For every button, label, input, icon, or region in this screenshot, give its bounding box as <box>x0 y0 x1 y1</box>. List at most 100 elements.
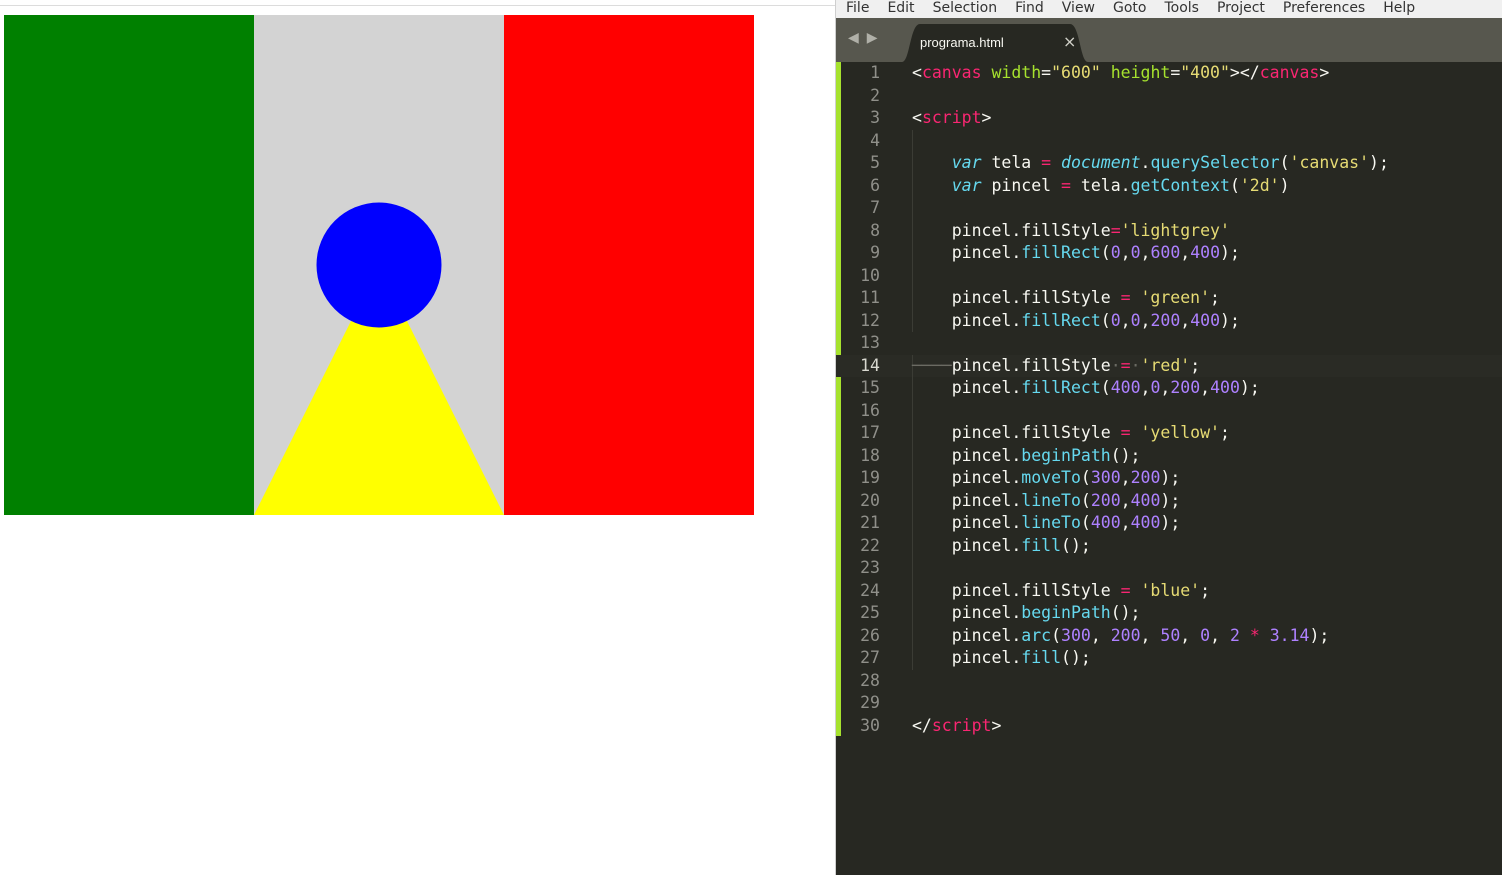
code-area[interactable]: 1 <canvas width="600" height="400"></canv… <box>836 62 1502 737</box>
line-number: 22 <box>860 535 880 555</box>
indent-guide <box>912 557 913 580</box>
code-text: pincel.fillStyle='lightgrey' <box>912 220 1230 240</box>
close-icon[interactable]: × <box>1063 32 1076 51</box>
code-line[interactable]: 3 <script> <box>836 107 1502 130</box>
code-line[interactable]: 6 var pincel = tela.getContext('2d') <box>836 174 1502 197</box>
line-number: 16 <box>860 400 880 420</box>
code-line[interactable]: 18 pincel.beginPath(); <box>836 444 1502 467</box>
green-band <box>4 15 254 515</box>
line-number: 29 <box>860 693 880 712</box>
line-number: 19 <box>860 468 880 487</box>
line-number: 15 <box>860 378 880 397</box>
menu-view[interactable]: View <box>1062 1 1095 15</box>
code-line[interactable]: 9 pincel.fillRect(0,0,600,400); <box>836 242 1502 265</box>
red-band <box>504 15 754 515</box>
line-number: 1 <box>870 63 880 82</box>
line-number: 13 <box>860 333 880 352</box>
code-text: pincel.beginPath(); <box>912 445 1141 465</box>
line-number: 4 <box>870 130 880 150</box>
line-number: 14 <box>860 355 880 375</box>
code-line[interactable]: 13 <box>836 332 1502 355</box>
code-text: pincel.lineTo(200,400); <box>912 490 1181 510</box>
code-line[interactable]: 17 pincel.fillStyle = 'yellow'; <box>836 422 1502 445</box>
code-line[interactable]: 14 ────pincel.fillStyle·=·'red'; <box>836 354 1502 377</box>
code-line[interactable]: 29 <box>836 692 1502 715</box>
menu-help[interactable]: Help <box>1383 1 1415 15</box>
line-number: 30 <box>860 715 880 735</box>
code-line[interactable]: 28 <box>836 670 1502 693</box>
code-text: pincel.beginPath(); <box>912 603 1141 622</box>
line-number: 5 <box>870 153 880 172</box>
menu-file[interactable]: File <box>846 1 869 15</box>
code-line[interactable]: 19 pincel.moveTo(300,200); <box>836 467 1502 490</box>
code-line[interactable]: 4 <box>836 129 1502 152</box>
line-number: 21 <box>860 513 880 532</box>
nav-forward-icon[interactable]: ▶ <box>867 30 878 46</box>
menu-find[interactable]: Find <box>1015 1 1044 15</box>
line-number: 26 <box>860 625 880 645</box>
code-text: </script> <box>912 715 1002 735</box>
line-number: 8 <box>870 220 880 240</box>
line-number: 17 <box>860 423 880 442</box>
indent-guide <box>912 399 913 422</box>
code-line[interactable]: 15 pincel.fillRect(400,0,200,400); <box>836 377 1502 400</box>
indent-guide <box>912 129 913 152</box>
code-text: pincel.moveTo(300,200); <box>912 468 1181 487</box>
code-line[interactable]: 12 pincel.fillRect(0,0,200,400); <box>836 309 1502 332</box>
code-line[interactable]: 11 pincel.fillStyle = 'green'; <box>836 287 1502 310</box>
code-editor: File Edit Selection Find View Goto Tools Projec… <box>835 0 1502 875</box>
code-line[interactable]: 24 pincel.fillStyle = 'blue'; <box>836 579 1502 602</box>
blue-circle <box>316 202 442 328</box>
code-line[interactable]: 1 <canvas width="600" height="400"></canv… <box>836 62 1502 85</box>
indent-guide <box>912 197 913 220</box>
code-line[interactable]: 7 <box>836 197 1502 220</box>
canvas-output <box>4 15 754 515</box>
code-text: pincel.arc(300, 200, 50, 0, 2 * 3.14); <box>912 625 1330 645</box>
line-number: 9 <box>870 243 880 262</box>
code-text: pincel.fillRect(0,0,200,400); <box>912 310 1240 330</box>
code-line[interactable]: 22 pincel.fill(); <box>836 534 1502 557</box>
menu-edit[interactable]: Edit <box>887 1 914 15</box>
line-number: 20 <box>860 490 880 510</box>
line-number: 18 <box>860 445 880 465</box>
code-line[interactable]: 10 <box>836 264 1502 287</box>
code-line[interactable]: 16 <box>836 399 1502 422</box>
line-number: 6 <box>870 175 880 195</box>
code-line[interactable]: 30 </script> <box>836 715 1502 738</box>
line-number: 24 <box>860 580 880 600</box>
code-text: var pincel = tela.getContext('2d') <box>951 175 1290 195</box>
code-line[interactable]: 26 pincel.arc(300, 200, 50, 0, 2 * 3.14)… <box>836 624 1502 647</box>
code-text: var tela = document.querySelector('canva… <box>951 153 1389 172</box>
line-number: 28 <box>860 670 880 690</box>
code-line[interactable]: 23 <box>836 557 1502 580</box>
tab-programa-html[interactable]: programa.html × <box>902 24 1088 62</box>
code-text: pincel.fill(); <box>912 535 1091 555</box>
menu-tools[interactable]: Tools <box>1164 1 1199 15</box>
code-text: <canvas width="600" height="400"></canva… <box>912 63 1330 82</box>
menu-selection[interactable]: Selection <box>933 1 998 15</box>
browser-preview <box>0 0 835 875</box>
line-number: 23 <box>860 558 880 577</box>
code-line[interactable]: 5 var tela = document.querySelector('can… <box>836 152 1502 175</box>
line-number: 25 <box>860 603 880 622</box>
code-line[interactable]: 27 pincel.fill(); <box>836 647 1502 670</box>
code-line[interactable]: 8 pincel.fillStyle='lightgrey' <box>836 219 1502 242</box>
code-line[interactable]: 25 pincel.beginPath(); <box>836 602 1502 625</box>
code-text: pincel.fillRect(0,0,600,400); <box>912 243 1240 262</box>
line-number: 12 <box>860 310 880 330</box>
line-number: 27 <box>860 648 880 667</box>
nav-back-icon[interactable]: ◀ <box>848 30 859 46</box>
tab-label: programa.html <box>920 35 1004 50</box>
code-line[interactable]: 2 <box>836 85 1502 108</box>
code-text: pincel.fillStyle = 'yellow'; <box>912 423 1230 442</box>
browser-divider <box>0 5 835 6</box>
code-line[interactable]: 21 pincel.lineTo(400,400); <box>836 512 1502 535</box>
tab-navigation: ◀ ▶ <box>848 30 886 46</box>
code-line[interactable]: 20 pincel.lineTo(200,400); <box>836 489 1502 512</box>
line-number: 7 <box>870 198 880 217</box>
menu-goto[interactable]: Goto <box>1113 1 1146 15</box>
menu-preferences[interactable]: Preferences <box>1283 1 1365 15</box>
tab-bar: ◀ ▶ programa.html × <box>836 18 1502 62</box>
code-text: pincel.fillStyle = 'blue'; <box>912 580 1211 600</box>
menu-project[interactable]: Project <box>1217 1 1265 15</box>
